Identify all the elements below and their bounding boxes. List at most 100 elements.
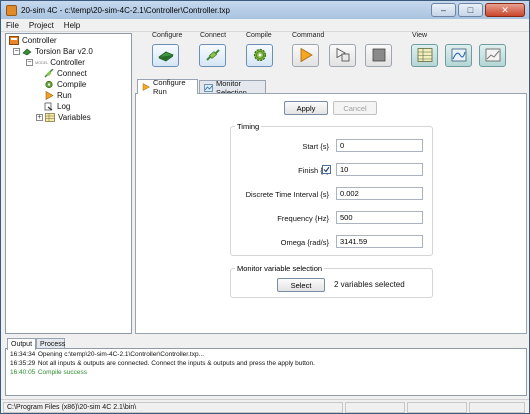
connect-button[interactable] [199, 44, 226, 67]
gear-icon [251, 47, 269, 65]
target-board-icon [22, 47, 32, 56]
status-cell-empty [407, 402, 467, 413]
tree-label: Controller [50, 58, 85, 67]
log-icon [44, 102, 54, 111]
cancel-button[interactable]: Cancel [333, 101, 377, 115]
configure-run-page: Apply Cancel Timing Start {s} Finish {s}… [135, 93, 527, 334]
log-text: Opening c:\temp\20-sim-4C-2.1\Controller… [37, 351, 204, 358]
tree-item-target[interactable]: − Torsion Bar v2.0 [13, 46, 93, 57]
graph-icon [484, 47, 502, 65]
project-icon [9, 36, 19, 45]
tree-item-log[interactable]: Log [44, 101, 70, 112]
maximize-button[interactable]: □ [458, 3, 483, 17]
tree-label: Controller [22, 36, 57, 45]
omega-label: Omega {rad/s} [280, 238, 329, 247]
view-graph-button[interactable] [479, 44, 506, 67]
timing-group: Timing Start {s} Finish {s} Discrete Tim… [230, 122, 433, 256]
status-cell-empty [345, 402, 405, 413]
menu-project[interactable]: Project [24, 21, 59, 30]
menu-file[interactable]: File [1, 21, 24, 30]
tree-label: Connect [57, 69, 87, 78]
app-window: 20-sim 4C - c:\temp\20-sim-4C-2.1\Contro… [0, 0, 530, 414]
view-table-button[interactable] [411, 44, 438, 67]
status-bar: C:\Program Files (x86)\20-sim 4C 2.1\bin… [1, 399, 529, 413]
log-text: Not all inputs & outputs are connected. … [37, 360, 315, 367]
tree-label: Run [57, 91, 72, 100]
app-icon [6, 4, 17, 16]
tree-item-compile[interactable]: Compile [44, 79, 86, 90]
tree-item-controller[interactable]: − MODEL Controller [26, 57, 85, 68]
variables-selected-text: 2 variables selected [334, 280, 405, 289]
connect-icon [44, 69, 54, 78]
step-run-button[interactable] [329, 44, 356, 67]
select-button[interactable]: Select [277, 278, 325, 292]
table-icon [45, 113, 55, 122]
finish-checkbox[interactable] [322, 165, 331, 174]
apply-button[interactable]: Apply [284, 101, 328, 115]
configure-group-label: Configure [152, 32, 183, 39]
project-tree: Controller − Torsion Bar v2.0 − MODEL Co… [5, 33, 132, 334]
connect-group-label: Connect [200, 32, 227, 39]
tree-item-controller-root[interactable]: Controller [9, 35, 57, 46]
monitor-group: Monitor variable selection Select 2 vari… [230, 264, 433, 298]
run-button[interactable] [292, 44, 319, 67]
interval-label: Discrete Time Interval {s} [245, 190, 329, 199]
frequency-label: Frequency {Hz} [277, 214, 329, 223]
frequency-input[interactable] [336, 211, 423, 224]
stop-button[interactable] [365, 44, 392, 67]
tree-item-run[interactable]: Run [44, 90, 72, 101]
tree-item-variables[interactable]: + Variables [36, 112, 91, 123]
monitor-icon [204, 83, 213, 92]
tree-label: Compile [57, 80, 87, 89]
window-title: 20-sim 4C - c:\temp\20-sim-4C-2.1\Contro… [21, 5, 230, 15]
compile-group-label: Compile [246, 32, 272, 39]
play-icon [297, 47, 315, 65]
interval-input[interactable] [336, 187, 423, 200]
gear-icon [44, 80, 54, 89]
log-time: 16:40:05 [10, 369, 36, 376]
title-bar: 20-sim 4C - c:\temp\20-sim-4C-2.1\Contro… [1, 1, 529, 19]
configure-button[interactable] [152, 44, 179, 67]
start-input[interactable] [336, 139, 423, 152]
tab-label: Configure Run [153, 78, 186, 96]
model-tag: MODEL [35, 60, 49, 65]
start-label: Start {s} [302, 142, 329, 151]
table-view-icon [416, 47, 434, 65]
log-text: Compile success [37, 369, 87, 376]
finish-input[interactable] [336, 163, 423, 176]
minimize-button[interactable]: – [431, 3, 456, 17]
log-line: 16:35:29 Not all inputs & outputs are co… [10, 360, 315, 367]
play-step-icon [334, 47, 352, 65]
compile-button[interactable] [246, 44, 273, 67]
output-log: 16:34:34 Opening c:\temp\20-sim-4C-2.1\C… [5, 348, 527, 396]
menu-help[interactable]: Help [59, 21, 85, 30]
expand-icon[interactable]: + [36, 114, 43, 121]
stop-icon [370, 47, 388, 65]
log-line: 16:34:34 Opening c:\temp\20-sim-4C-2.1\C… [10, 351, 204, 358]
tree-label: Variables [58, 113, 91, 122]
close-button[interactable]: ✕ [485, 3, 525, 17]
tab-output[interactable]: Output [7, 338, 36, 350]
view-group-label: View [412, 32, 428, 39]
menu-bar: File Project Help [1, 19, 529, 32]
main-content: Configure Run Monitor Selection Apply Ca… [135, 78, 527, 334]
board-icon [157, 48, 175, 64]
status-path: C:\Program Files (x86)\20-sim 4C 2.1\bin… [3, 402, 343, 413]
run-arrow-icon [142, 83, 150, 91]
collapse-icon[interactable]: − [13, 48, 20, 55]
play-icon [44, 91, 54, 100]
log-time: 16:35:29 [10, 360, 36, 367]
tab-monitor-selection[interactable]: Monitor Selection [199, 79, 266, 97]
view-plot-button[interactable] [445, 44, 472, 67]
omega-input[interactable] [336, 235, 423, 248]
tree-item-connect[interactable]: Connect [44, 68, 87, 79]
collapse-icon[interactable]: − [26, 59, 33, 66]
status-cell-empty [469, 402, 525, 413]
tab-configure-run[interactable]: Configure Run [137, 78, 198, 96]
tree-label: Torsion Bar v2.0 [35, 47, 93, 56]
command-group-label: Command [292, 32, 325, 39]
connect-icon [204, 48, 222, 64]
log-line-success: 16:40:05 Compile success [10, 369, 87, 376]
timing-legend: Timing [235, 122, 262, 131]
log-time: 16:34:34 [10, 351, 36, 358]
